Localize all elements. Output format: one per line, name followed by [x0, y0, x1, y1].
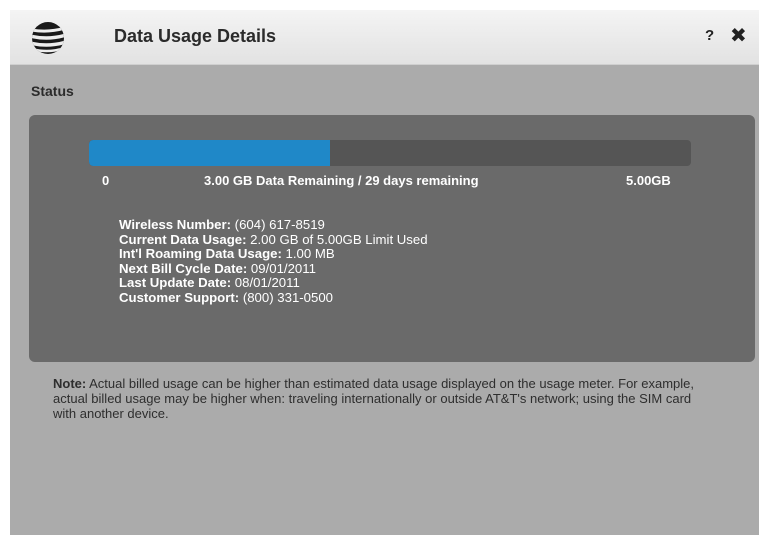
detail-row-roaming-usage: Int'l Roaming Data Usage: 1.00 MB: [119, 246, 428, 262]
note-text: Actual billed usage can be higher than e…: [53, 376, 695, 421]
close-button[interactable]: ✖: [730, 23, 747, 48]
detail-row-current-usage: Current Data Usage: 2.00 GB of 5.00GB Li…: [119, 231, 428, 248]
att-globe-logo-icon: [32, 22, 64, 54]
usage-progress-bar: [89, 140, 691, 166]
usage-progress-fill: [89, 140, 330, 166]
status-heading: Status: [31, 83, 74, 99]
data-remaining-text: 3.00 GB Data Remaining / 29 days remaini…: [204, 173, 479, 188]
detail-value: 1.00 MB: [281, 246, 335, 261]
detail-row-last-update: Last Update Date: 08/01/2011: [119, 275, 428, 291]
detail-label: Int'l Roaming Data Usage:: [119, 246, 282, 261]
usage-scale-max: 5.00GB: [626, 173, 671, 188]
detail-value: 2.00 GB of 5.00GB Limit Used: [246, 231, 428, 247]
detail-label: Current Data Usage:: [119, 231, 247, 247]
detail-value: 08/01/2011: [231, 275, 300, 290]
detail-row-next-bill-cycle: Next Bill Cycle Date: 09/01/2011: [119, 260, 428, 277]
detail-value: 09/01/2011: [247, 260, 316, 276]
usage-scale-min: 0: [102, 173, 110, 188]
detail-row-wireless-number: Wireless Number: (604) 617-8519: [119, 217, 428, 233]
detail-label: Last Update Date:: [119, 275, 232, 290]
detail-row-customer-support: Customer Support: (800) 331-0500: [119, 289, 428, 306]
status-panel: 0 3.00 GB Data Remaining / 29 days remai…: [29, 115, 755, 362]
account-details: Wireless Number: (604) 617-8519 Current …: [119, 217, 428, 306]
detail-value: (800) 331-0500: [239, 289, 334, 305]
detail-label: Wireless Number:: [119, 217, 232, 232]
help-button[interactable]: ?: [705, 27, 714, 44]
usage-note: Note: Actual billed usage can be higher …: [53, 376, 713, 421]
detail-label: Customer Support:: [119, 289, 240, 305]
window-title: Data Usage Details: [114, 26, 277, 46]
detail-value: (604) 617-8519: [231, 217, 325, 232]
data-usage-window: Data Usage Details ? ✖ Status 0 3.00 GB …: [10, 10, 759, 535]
note-label: Note:: [53, 376, 87, 391]
detail-label: Next Bill Cycle Date:: [119, 260, 248, 276]
title-bar: Data Usage Details ? ✖: [10, 10, 759, 65]
